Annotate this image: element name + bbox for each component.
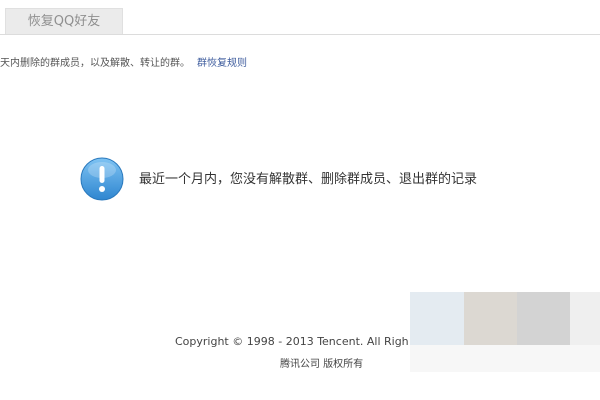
tab-restore-qq-friends[interactable]: 恢复QQ好友	[5, 8, 123, 34]
footer-copyright: Copyright © 1998 - 2013 Tencent. All Rig…	[175, 335, 409, 348]
info-circle-icon	[80, 157, 124, 201]
watermark-overlay	[410, 292, 600, 372]
footer-company: 腾讯公司 版权所有	[280, 359, 364, 370]
watermark-block	[570, 292, 600, 345]
tab-label: 恢复QQ好友	[27, 14, 101, 29]
tab-bar: 恢复QQ好友	[0, 0, 600, 35]
watermark-fade	[410, 345, 600, 372]
empty-state-message: 最近一个月内，您没有解散群、删除群成员、退出群的记录	[139, 172, 478, 187]
notice-text: 天内删除的群成员，以及解散、转让的群。 群恢复规则	[0, 57, 247, 71]
watermark-block	[464, 292, 517, 345]
watermark-block	[410, 292, 464, 345]
watermark-block	[517, 292, 570, 345]
group-restore-rules-link[interactable]: 群恢复规则	[197, 58, 247, 69]
notice-description: 天内删除的群成员，以及解散、转让的群。	[0, 58, 190, 69]
